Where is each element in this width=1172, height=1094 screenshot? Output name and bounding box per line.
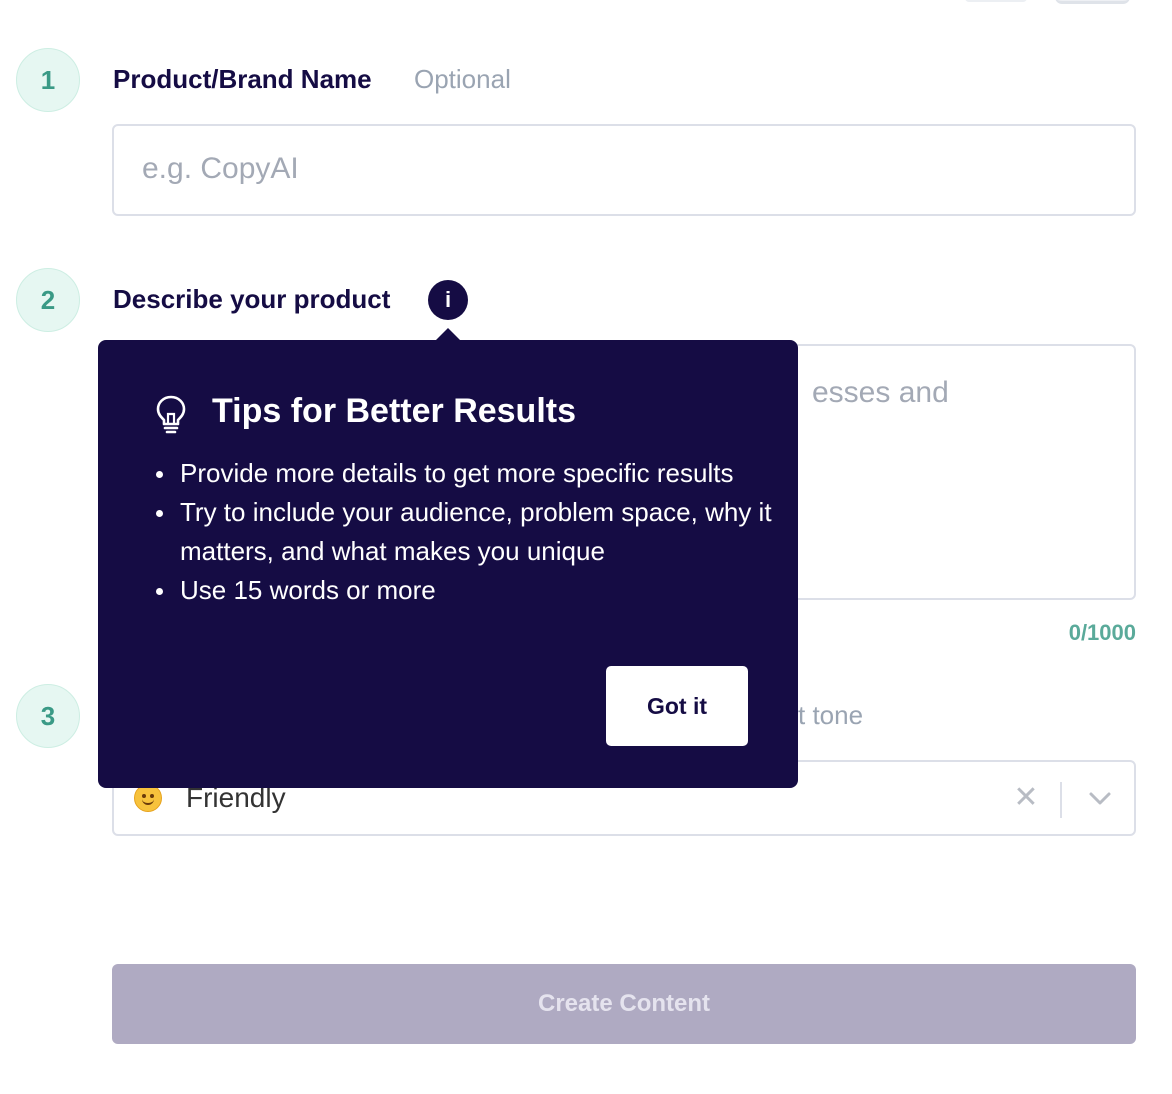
info-icon[interactable]: i [428, 280, 468, 320]
clear-icon[interactable]: ✕ [1010, 778, 1042, 818]
tips-list: Provide more details to get more specifi… [154, 454, 774, 610]
product-name-label: Product/Brand Name [113, 64, 372, 94]
tone-label: t tone [798, 700, 864, 730]
tips-tooltip: Tips for Better Results Provide more det… [98, 340, 798, 788]
smiling-face-emoji-icon [134, 784, 162, 812]
description-placeholder: esses and [812, 376, 949, 409]
content-generator-form: 1 Product/Brand Name Optional e.g. CopyA… [0, 0, 1172, 1094]
step-2-badge: 2 [16, 268, 80, 332]
product-name-placeholder: e.g. CopyAI [142, 152, 299, 185]
header-toggle-partial[interactable] [1055, 0, 1130, 4]
tip-item: Try to include your audience, problem sp… [154, 493, 774, 571]
tip-item: Provide more details to get more specifi… [154, 454, 774, 493]
lightbulb-icon [156, 395, 186, 434]
step-3-badge: 3 [16, 684, 80, 748]
product-name-input[interactable]: e.g. CopyAI [112, 124, 1136, 216]
got-it-button[interactable]: Got it [606, 666, 748, 746]
optional-tag: Optional [414, 64, 511, 94]
chevron-down-icon[interactable] [1086, 784, 1114, 812]
header-control-partial[interactable] [965, 0, 1027, 2]
describe-product-label: Describe your product [113, 284, 391, 314]
create-content-button[interactable]: Create Content [112, 964, 1136, 1044]
tip-item: Use 15 words or more [154, 571, 774, 610]
character-counter: 0/1000 [1068, 620, 1136, 645]
step-1-badge: 1 [16, 48, 80, 112]
select-divider [1060, 782, 1062, 818]
tooltip-title: Tips for Better Results [212, 392, 577, 430]
